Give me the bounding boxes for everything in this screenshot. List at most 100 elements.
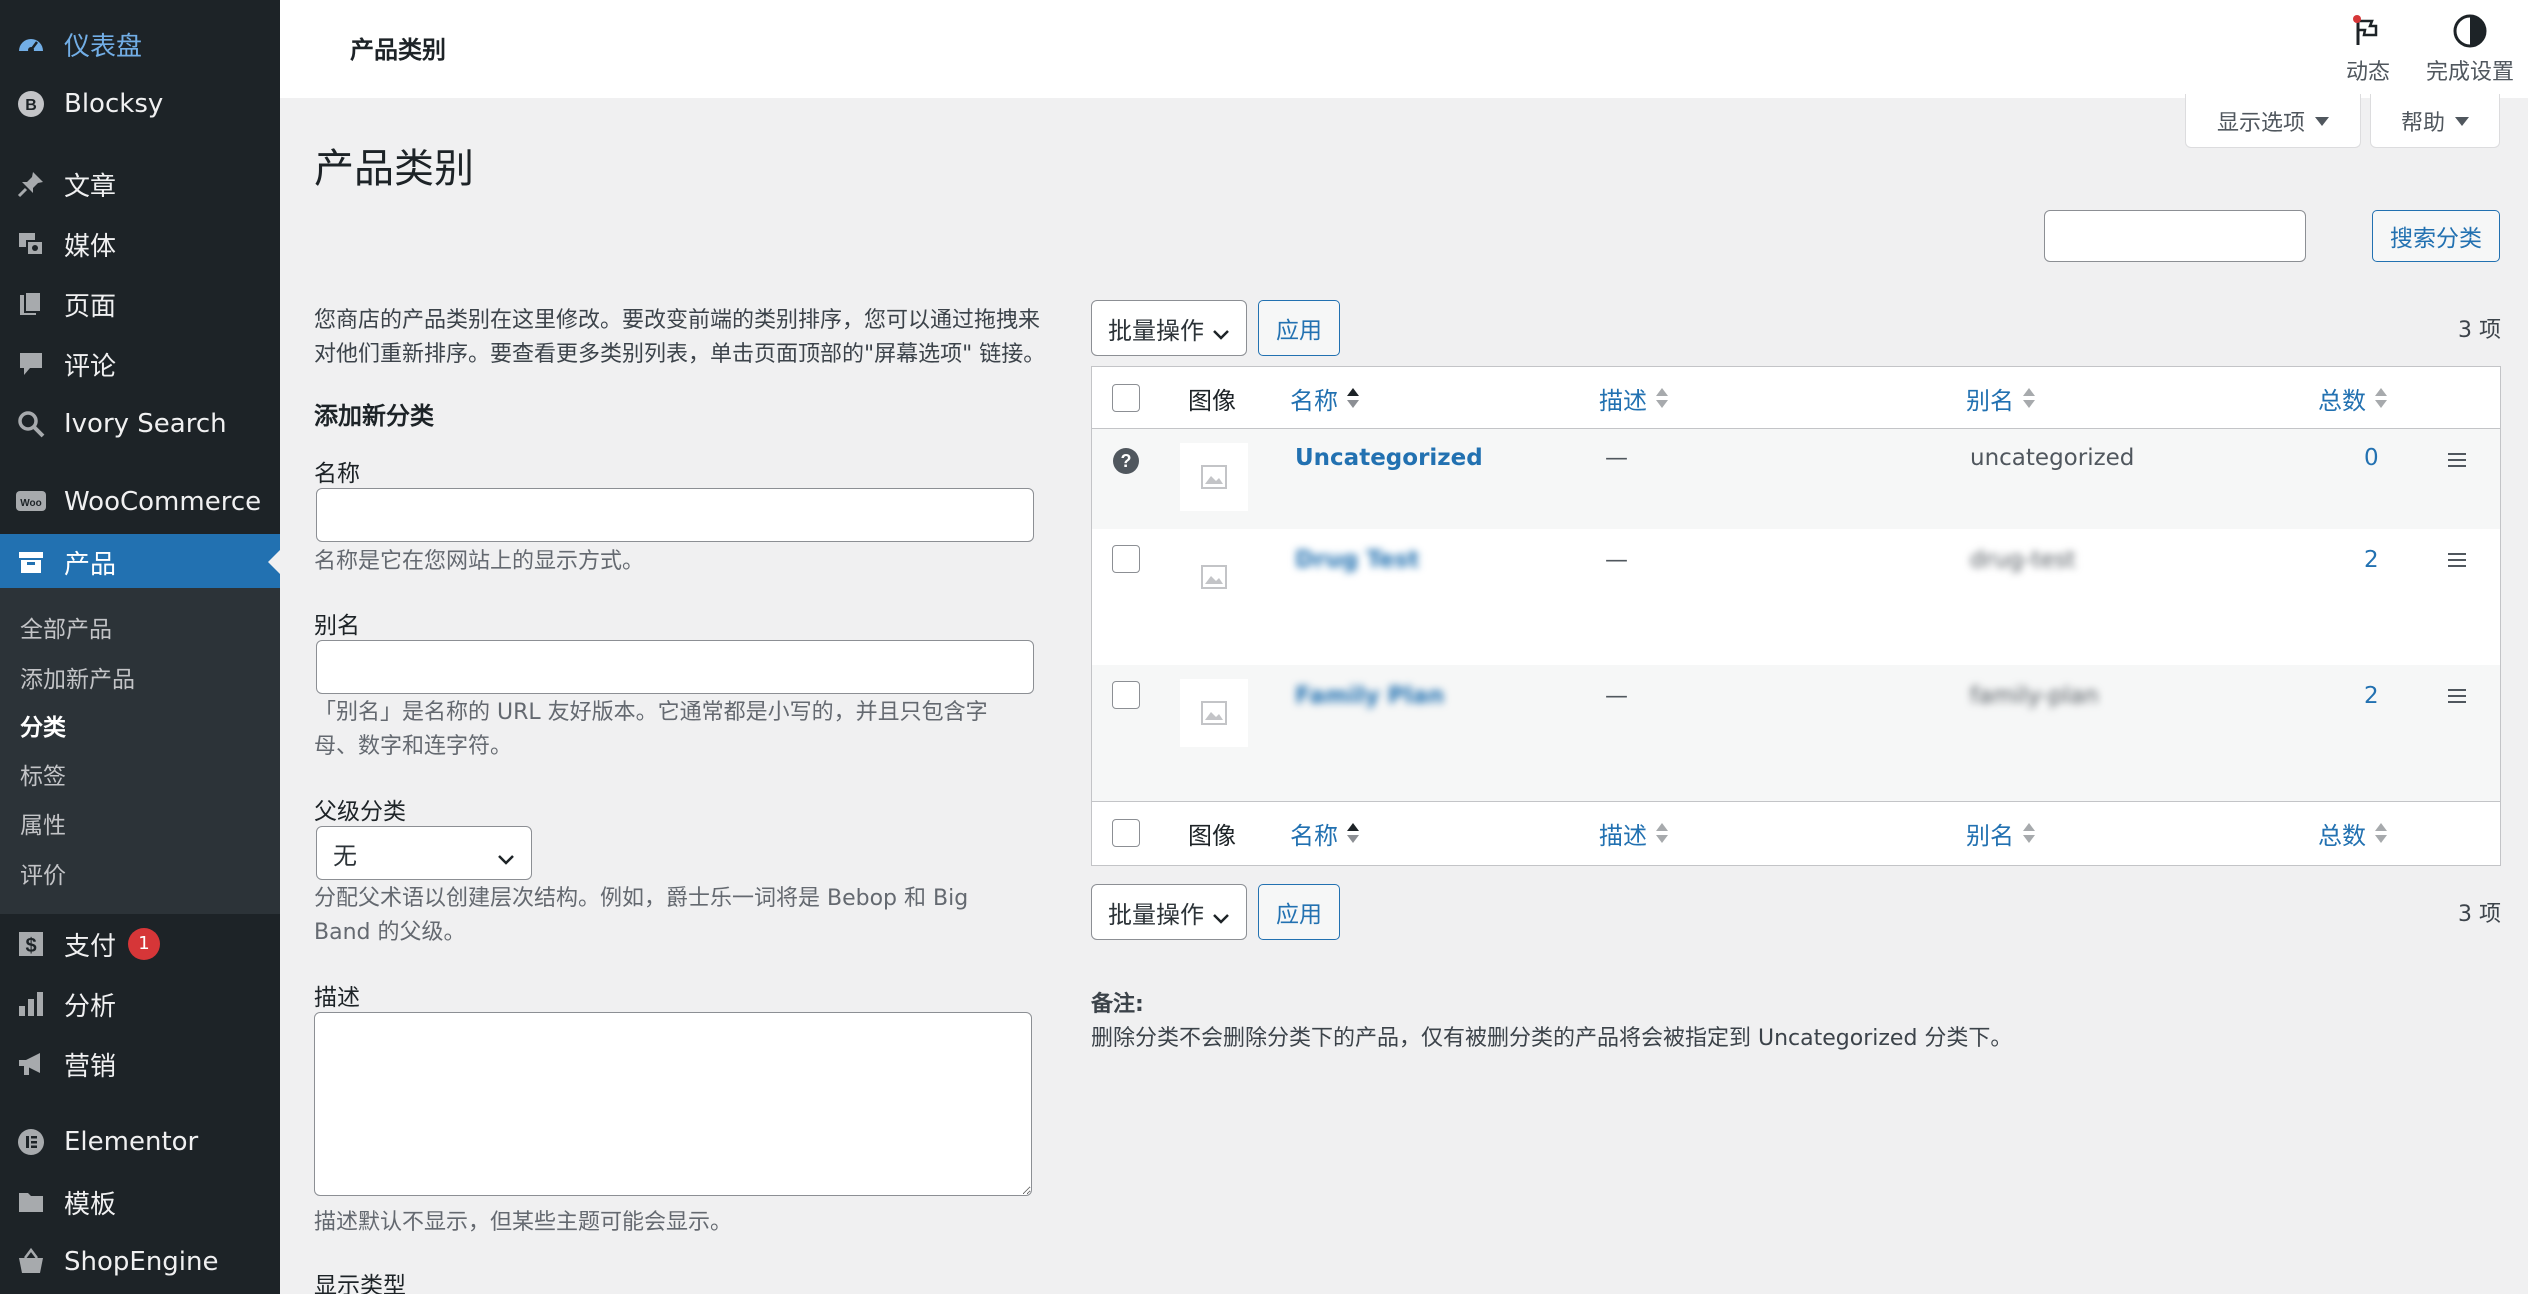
category-name-link[interactable]: Drug Test — [1295, 547, 1419, 573]
parent-category-select[interactable]: 无 — [316, 826, 532, 880]
name-field[interactable] — [316, 488, 1034, 542]
sidebar-item-media[interactable]: 媒体 — [0, 216, 280, 272]
help-button[interactable]: 帮助 — [2370, 94, 2500, 148]
category-name-link[interactable]: Uncategorized — [1295, 445, 1483, 471]
slug-help-line: 「别名」是名称的 URL 友好版本。它通常都是小写的，并且只包含字 — [314, 700, 988, 725]
table-row[interactable]: Drug Test — drug-test 2 — [1092, 529, 2500, 665]
sort-asc-icon — [1346, 821, 1360, 845]
sidebar-item-posts[interactable]: 文章 — [0, 156, 280, 212]
row-checkbox[interactable] — [1112, 681, 1140, 709]
category-count-link[interactable]: 2 — [2364, 683, 2379, 709]
sidebar-item-analytics[interactable]: 分析 — [0, 976, 280, 1032]
column-description[interactable]: 描述 — [1599, 367, 1669, 429]
description-field[interactable] — [314, 1012, 1032, 1196]
category-thumbnail — [1180, 443, 1248, 511]
submenu-add-product[interactable]: 添加新产品 — [20, 664, 135, 696]
table-row[interactable]: ? Uncategorized — uncategorized 0 — [1092, 429, 2500, 529]
sidebar-item-label: 评论 — [64, 351, 117, 382]
sidebar-item-label: Ivory Search — [64, 409, 227, 439]
search-categories-button[interactable]: 搜索分类 — [2372, 210, 2500, 262]
submenu-tags[interactable]: 标签 — [20, 761, 66, 793]
submenu-reviews[interactable]: 评价 — [20, 860, 66, 892]
column-count[interactable]: 总数 — [2318, 802, 2388, 864]
table-header: 图像 名称 描述 别名 总数 — [1092, 367, 2500, 429]
search-input[interactable] — [2044, 210, 2306, 262]
intro-text: 您商店的产品类别在这里修改。要改变前端的类别排序，您可以通过拖拽来 对他们重新排… — [314, 304, 1045, 372]
drag-handle-icon[interactable] — [2448, 689, 2466, 707]
sidebar-item-payments[interactable]: $ 支付 1 — [0, 916, 280, 972]
image-placeholder-icon — [1201, 565, 1227, 589]
help-question-icon[interactable]: ? — [1112, 447, 1140, 479]
column-slug[interactable]: 别名 — [1966, 367, 2036, 429]
sidebar-item-comments[interactable]: 评论 — [0, 336, 280, 392]
apply-button-bottom[interactable]: 应用 — [1258, 884, 1340, 940]
activity-button[interactable]: 动态 — [2326, 8, 2410, 86]
sort-icon — [2022, 386, 2036, 410]
submenu-categories[interactable]: 分类 — [20, 712, 66, 744]
finish-setup-button[interactable]: 完成设置 — [2420, 8, 2520, 86]
column-name-label: 名称 — [1290, 821, 1338, 850]
sidebar-item-woocommerce[interactable]: Woo WooCommerce — [0, 474, 280, 530]
media-icon — [14, 227, 48, 261]
column-count-label: 总数 — [2318, 386, 2366, 415]
elementor-icon — [14, 1125, 48, 1159]
dollar-icon: $ — [14, 927, 48, 961]
sidebar-item-dashboard[interactable]: 仪表盘 — [0, 16, 280, 72]
column-name[interactable]: 名称 — [1290, 802, 1360, 864]
column-description[interactable]: 描述 — [1599, 802, 1669, 864]
sidebar-item-pages[interactable]: 页面 — [0, 276, 280, 332]
table-row[interactable]: Family Plan — family-plan 2 — [1092, 665, 2500, 801]
basket-icon — [14, 1245, 48, 1279]
parent-label: 父级分类 — [314, 799, 406, 825]
submenu-attributes[interactable]: 属性 — [20, 810, 66, 842]
row-checkbox[interactable] — [1112, 545, 1140, 573]
sidebar-item-label: 营销 — [64, 1051, 117, 1082]
products-submenu: 全部产品 添加新产品 分类 标签 属性 评价 — [0, 588, 280, 914]
sidebar-item-marketing[interactable]: 营销 — [0, 1036, 280, 1092]
category-count-link[interactable]: 0 — [2364, 445, 2379, 471]
category-count-link[interactable]: 2 — [2364, 547, 2379, 573]
bulk-actions-select[interactable]: 批量操作 — [1091, 300, 1247, 356]
chevron-down-icon — [1212, 904, 1230, 932]
category-thumbnail — [1180, 543, 1248, 611]
category-thumbnail — [1180, 679, 1248, 747]
pin-icon — [14, 167, 48, 201]
select-all-checkbox[interactable] — [1112, 384, 1140, 412]
sidebar-item-products[interactable]: 产品 — [0, 534, 280, 590]
slug-help: 「别名」是名称的 URL 友好版本。它通常都是小写的，并且只包含字 母、数字和连… — [314, 696, 1034, 764]
sidebar-item-elementor[interactable]: Elementor — [0, 1114, 280, 1170]
drag-handle-icon[interactable] — [2448, 453, 2466, 471]
drag-handle-icon[interactable] — [2448, 553, 2466, 571]
page-icon — [14, 287, 48, 321]
sidebar-item-label: Elementor — [64, 1127, 199, 1157]
sidebar-item-blocksy[interactable]: B Blocksy — [0, 76, 280, 132]
sidebar-item-label: Blocksy — [64, 89, 164, 119]
bulk-actions-select-bottom[interactable]: 批量操作 — [1091, 884, 1247, 940]
sort-icon — [2022, 821, 2036, 845]
select-all-checkbox[interactable] — [1112, 819, 1140, 847]
screen-options-button[interactable]: 显示选项 — [2185, 94, 2361, 148]
notification-badge: 1 — [128, 928, 161, 960]
category-slug: uncategorized — [1970, 445, 2135, 471]
chevron-down-icon — [497, 845, 515, 873]
screen-options-label: 显示选项 — [2216, 110, 2305, 136]
sort-icon — [1655, 821, 1669, 845]
svg-text:B: B — [25, 97, 37, 114]
chart-icon — [14, 987, 48, 1021]
category-name-link[interactable]: Family Plan — [1295, 683, 1444, 709]
slug-field[interactable] — [316, 640, 1034, 694]
column-description-label: 描述 — [1599, 386, 1647, 415]
parent-help: 分配父术语以创建层次结构。例如，爵士乐一词将是 Bebop 和 Big Band… — [314, 882, 1034, 950]
sort-icon — [2374, 386, 2388, 410]
name-help: 名称是它在您网站上的显示方式。 — [314, 549, 645, 574]
apply-button[interactable]: 应用 — [1258, 300, 1340, 356]
sidebar-item-templates[interactable]: 模板 — [0, 1174, 280, 1230]
sidebar-item-shopengine[interactable]: ShopEngine — [0, 1234, 280, 1290]
parent-help-line: Band 的父级。 — [314, 920, 466, 945]
sidebar-item-ivory-search[interactable]: Ivory Search — [0, 396, 280, 452]
column-count[interactable]: 总数 — [2318, 367, 2388, 429]
column-name[interactable]: 名称 — [1290, 367, 1360, 429]
column-slug[interactable]: 别名 — [1966, 802, 2036, 864]
submenu-all-products[interactable]: 全部产品 — [20, 614, 112, 646]
column-slug-label: 别名 — [1966, 386, 2014, 415]
